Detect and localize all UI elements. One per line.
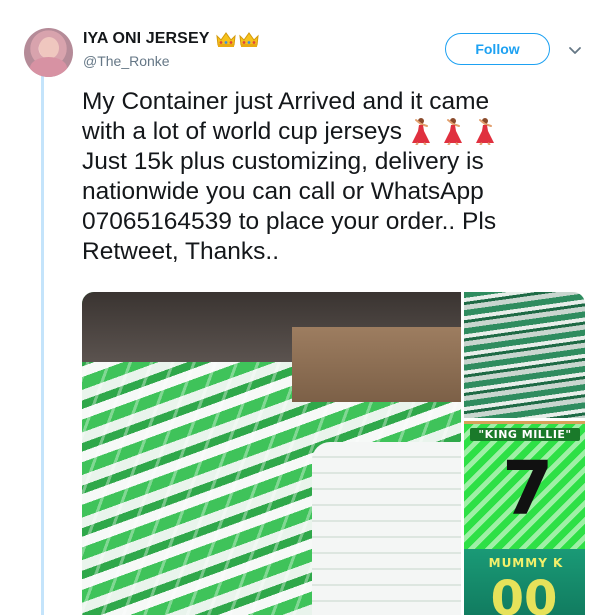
jersey-name-print: "KING MILLIE": [470, 428, 580, 441]
dancer-icon: [476, 118, 494, 145]
jersey-number-print: 7: [502, 446, 554, 532]
avatar-face: [39, 37, 59, 59]
author-name-row: IYA ONI JERSEY: [83, 28, 260, 50]
tweet-line: My Container just Arrived and it came: [82, 88, 490, 115]
crown-icon: [215, 32, 236, 47]
photo-custom-jersey-king-millie[interactable]: "KING MILLIE" 7: [464, 421, 585, 549]
jersey-name-print: MUMMY K: [488, 556, 564, 570]
jersey-number-print: 00: [490, 571, 558, 615]
tweet-text: My Container just Arrived and it came wi…: [82, 87, 582, 267]
photo-custom-jersey-mummy-k[interactable]: MUMMY K 00: [464, 549, 585, 615]
follow-button[interactable]: Follow: [445, 33, 550, 65]
photo-white-bag: [312, 442, 461, 615]
display-name[interactable]: IYA ONI JERSEY: [83, 30, 210, 48]
photo-jerseys-pile[interactable]: [82, 292, 461, 615]
thread-connector-line: [41, 74, 44, 615]
chevron-down-icon[interactable]: [567, 42, 583, 58]
tweet-line: 07065164539 to place your order.. Pls: [82, 208, 497, 235]
user-handle[interactable]: @The_Ronke: [83, 53, 170, 69]
tweet-line: with a lot of world cup jerseys: [82, 118, 402, 145]
media-grid: "KING MILLIE" 7 MUMMY K 00: [82, 292, 585, 615]
crown-emojis: [215, 30, 260, 48]
tweet-line-with-emoji: with a lot of world cup jerseys: [82, 117, 582, 147]
photo-cardboard-box: [292, 327, 461, 402]
crown-icon: [238, 32, 259, 47]
tweet-line: Retweet, Thanks..: [82, 238, 280, 265]
avatar[interactable]: [24, 28, 73, 77]
dancer-icon: [412, 118, 430, 145]
dancer-icon: [444, 118, 462, 145]
tweet-line: Just 15k plus customizing, delivery is: [82, 148, 484, 175]
photo-jerseys-stack[interactable]: [464, 292, 585, 418]
tweet-line: nationwide you can call or WhatsApp: [82, 178, 484, 205]
avatar-body: [30, 57, 67, 77]
